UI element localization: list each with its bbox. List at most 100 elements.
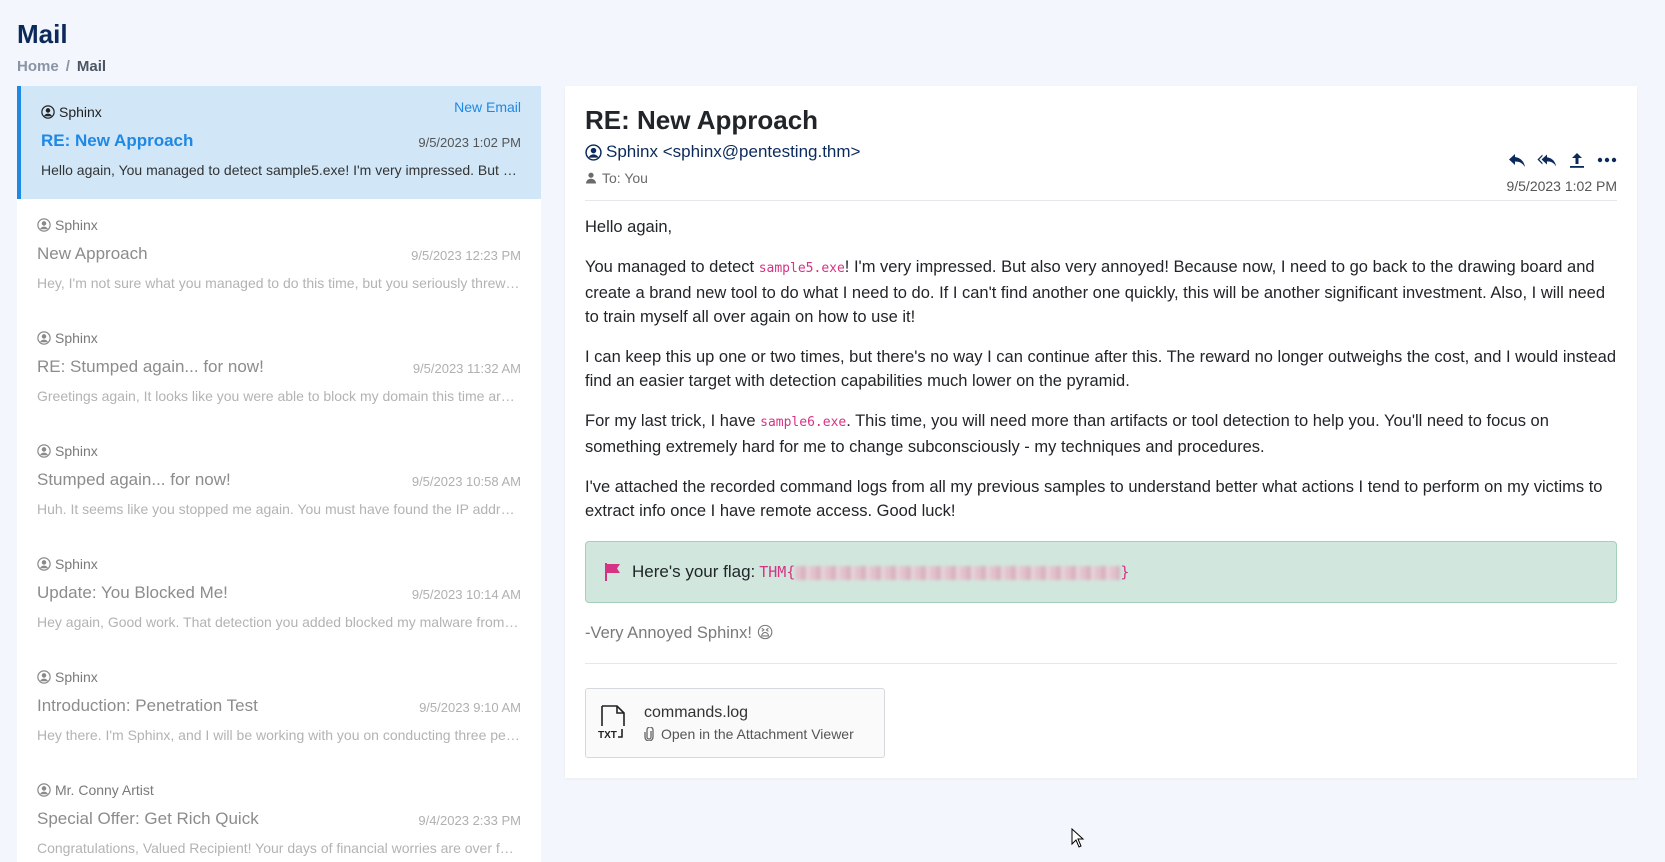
- mail-subject: Special Offer: Get Rich Quick: [37, 809, 259, 828]
- breadcrumb-home-link[interactable]: Home: [17, 58, 59, 75]
- mail-preview: Hello again, You managed to detect sampl…: [41, 162, 521, 178]
- email-paragraph: I've attached the recorded command logs …: [585, 478, 1603, 520]
- attachment-card[interactable]: TXT commands.log Open in the Attachment …: [585, 688, 885, 758]
- more-options-button[interactable]: [1597, 150, 1617, 170]
- inline-code: sample5.exe: [758, 261, 845, 276]
- mail-preview: Congratulations, Valued Recipient! Your …: [37, 840, 521, 856]
- person-icon: [586, 172, 596, 184]
- paragraph-text: You managed to detect: [585, 258, 759, 276]
- attachment-name: commands.log: [644, 704, 749, 721]
- mail-subject: RE: Stumped again... for now!: [37, 357, 264, 376]
- mail-list-item[interactable]: Sphinx Introduction: Penetration Test 9/…: [17, 651, 541, 764]
- mail-date: 9/5/2023 10:58 AM: [411, 474, 521, 489]
- attachment-info: commands.log Open in the Attachment View…: [644, 704, 854, 742]
- mail-subject: RE: New Approach: [41, 131, 194, 150]
- mail-preview: Greetings again, It looks like you were …: [37, 388, 521, 404]
- mouse-cursor-icon: [1071, 828, 1085, 848]
- mail-date: 9/5/2023 11:32 AM: [412, 361, 521, 376]
- mail-list-item[interactable]: Sphinx Update: You Blocked Me! 9/5/2023 …: [17, 538, 541, 651]
- email-actions: [1507, 150, 1617, 170]
- mail-sender: Sphinx: [59, 104, 102, 120]
- mail-date: 9/5/2023 10:14 AM: [411, 587, 521, 602]
- sender-row: Sphinx: [41, 103, 521, 121]
- reading-pane: RE: New Approach Sphinx <sphinx@pentesti…: [565, 86, 1637, 778]
- file-type-label: TXT: [598, 730, 617, 741]
- email-signoff: -Very Annoyed Sphinx! 😫: [585, 624, 774, 642]
- person-circle-icon: [37, 444, 51, 458]
- flag-value: THM{}: [759, 563, 1129, 581]
- email-paragraph: For my last trick, I have sample6.exe. T…: [585, 409, 1617, 459]
- attachments-divider: [585, 663, 1617, 664]
- breadcrumb-separator: /: [65, 58, 70, 75]
- email-subject: RE: New Approach: [585, 105, 819, 135]
- mail-preview: Hey there. I'm Sphinx, and I will be wor…: [37, 727, 521, 743]
- email-greeting: Hello again,: [585, 218, 673, 236]
- flag-suffix: }: [1120, 563, 1130, 581]
- mail-sender: Sphinx: [55, 669, 98, 685]
- mail-list-item[interactable]: Sphinx RE: Stumped again... for now! 9/5…: [17, 312, 541, 425]
- email-to-label: To: You: [602, 170, 648, 186]
- email-body: Hello again, You managed to detect sampl…: [585, 215, 1617, 523]
- forward-button[interactable]: [1567, 150, 1587, 170]
- mail-sender: Mr. Conny Artist: [55, 782, 154, 798]
- header-divider: [585, 200, 1617, 201]
- mail-list-item[interactable]: Sphinx New Email RE: New Approach 9/5/20…: [17, 86, 541, 199]
- mail-sender: Sphinx: [55, 217, 98, 233]
- person-circle-icon: [37, 670, 51, 684]
- upload-icon: [1570, 153, 1584, 168]
- new-email-button[interactable]: New Email: [454, 99, 521, 115]
- breadcrumb-current: Mail: [76, 58, 107, 75]
- inline-code: sample6.exe: [760, 415, 847, 430]
- mail-subject: Stumped again... for now!: [37, 470, 231, 489]
- email-date: 9/5/2023 1:02 PM: [1506, 178, 1617, 194]
- mail-date: 9/5/2023 9:10 AM: [419, 700, 521, 715]
- email-paragraph: You managed to detect sample5.exe! I'm v…: [585, 255, 1617, 329]
- redacted-flag: [795, 565, 1121, 580]
- more-icon: [1597, 157, 1617, 163]
- email-paragraph: I can keep this up one or two times, but…: [585, 348, 1617, 390]
- mail-list-item[interactable]: Sphinx Stumped again... for now! 9/5/202…: [17, 425, 541, 538]
- mail-subject: Introduction: Penetration Test: [37, 696, 258, 715]
- mail-sender: Sphinx: [55, 443, 98, 459]
- txt-file-icon: TXT: [598, 705, 625, 741]
- mail-preview: Huh. It seems like you stopped me again.…: [37, 501, 521, 517]
- sender-row: Mr. Conny Artist: [37, 781, 521, 799]
- mail-subject: New Approach: [37, 244, 148, 263]
- person-circle-icon: [37, 557, 51, 571]
- attachment-viewer-link[interactable]: Open in the Attachment Viewer: [644, 726, 854, 742]
- mail-preview: Hey, I'm not sure what you managed to do…: [37, 275, 521, 291]
- breadcrumb: Home / Mail: [17, 58, 106, 75]
- attachment-link-text: Open in the Attachment Viewer: [661, 726, 854, 742]
- sender-row: Sphinx: [37, 668, 521, 686]
- flag-label: Here's your flag:: [632, 562, 756, 581]
- flag-alert: Here's your flag: THM{}: [585, 541, 1617, 603]
- paragraph-text: For my last trick, I have: [585, 412, 761, 430]
- mail-date: 9/5/2023 12:23 PM: [411, 248, 521, 263]
- reply-button[interactable]: [1507, 150, 1527, 170]
- flag-prefix: THM{: [759, 563, 796, 581]
- mail-list-item[interactable]: Sphinx New Approach 9/5/2023 12:23 PM He…: [17, 199, 541, 312]
- mail-preview: Hey again, Good work. That detection you…: [37, 614, 521, 630]
- mail-list: Sphinx New Email RE: New Approach 9/5/20…: [17, 86, 541, 862]
- mail-subject: Update: You Blocked Me!: [37, 583, 228, 602]
- mail-date: 9/4/2023 2:33 PM: [418, 813, 521, 828]
- sender-row: Sphinx: [37, 442, 521, 460]
- email-from-address[interactable]: Sphinx <sphinx@pentesting.thm>: [606, 142, 860, 162]
- sender-row: Sphinx: [37, 329, 521, 347]
- person-circle-icon: [37, 783, 51, 797]
- flag-icon: [605, 563, 620, 581]
- person-circle-icon: [37, 218, 51, 232]
- page-title: Mail: [17, 19, 68, 49]
- sender-row: Sphinx: [37, 555, 521, 573]
- reply-all-icon: [1537, 154, 1557, 167]
- mail-list-item[interactable]: Mr. Conny Artist Special Offer: Get Rich…: [17, 764, 541, 862]
- page-header: Mail Home / Mail: [17, 18, 106, 75]
- reply-icon: [1509, 154, 1525, 167]
- mail-sender: Sphinx: [55, 330, 98, 346]
- sender-row: Sphinx: [37, 216, 521, 234]
- email-from: Sphinx <sphinx@pentesting.thm>: [585, 142, 1617, 162]
- email-to: To: You: [585, 170, 1617, 186]
- person-circle-icon: [41, 105, 55, 119]
- reply-all-button[interactable]: [1537, 150, 1557, 170]
- person-circle-icon: [585, 143, 602, 161]
